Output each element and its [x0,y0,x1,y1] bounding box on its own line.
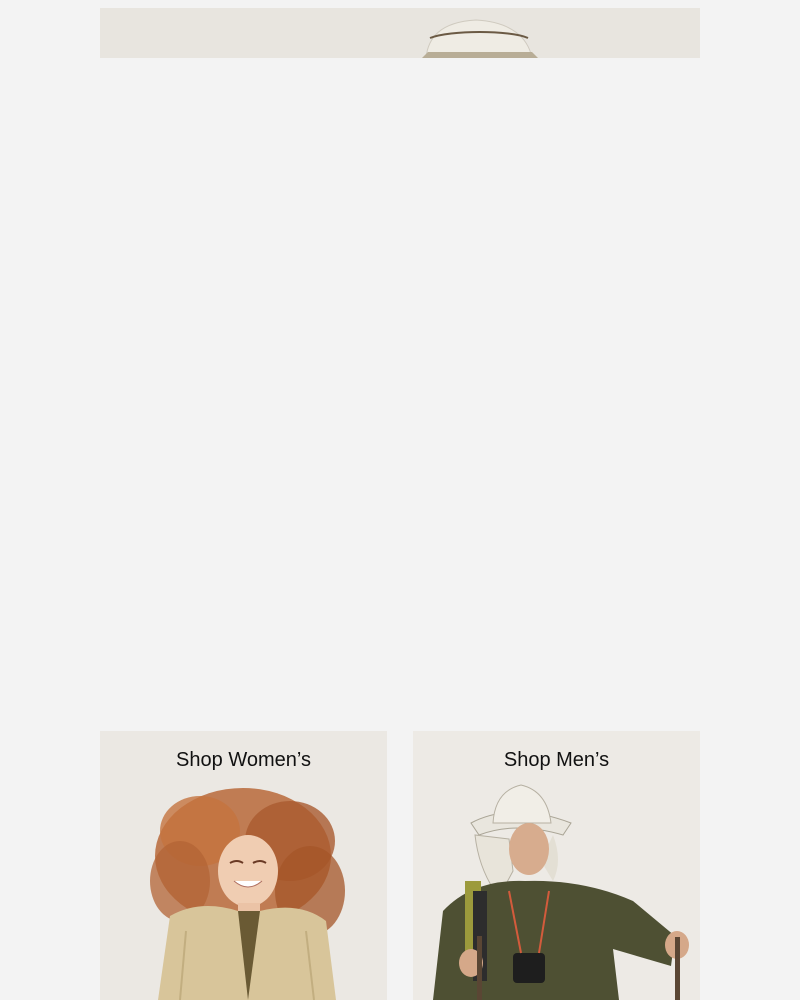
hero-image[interactable] [100,8,700,58]
shop-womens-label[interactable]: Shop Women’s [100,749,387,772]
shop-womens-link[interactable]: Shop Women’s [100,731,387,1000]
shop-mens-label[interactable]: Shop Men’s [413,749,700,772]
email-page: Shop Women’s Shop Men’s [0,0,800,1000]
shop-mens-link[interactable]: Shop Men’s [413,731,700,1000]
content-placeholder [0,58,800,730]
hat-crown-graphic [100,8,700,58]
